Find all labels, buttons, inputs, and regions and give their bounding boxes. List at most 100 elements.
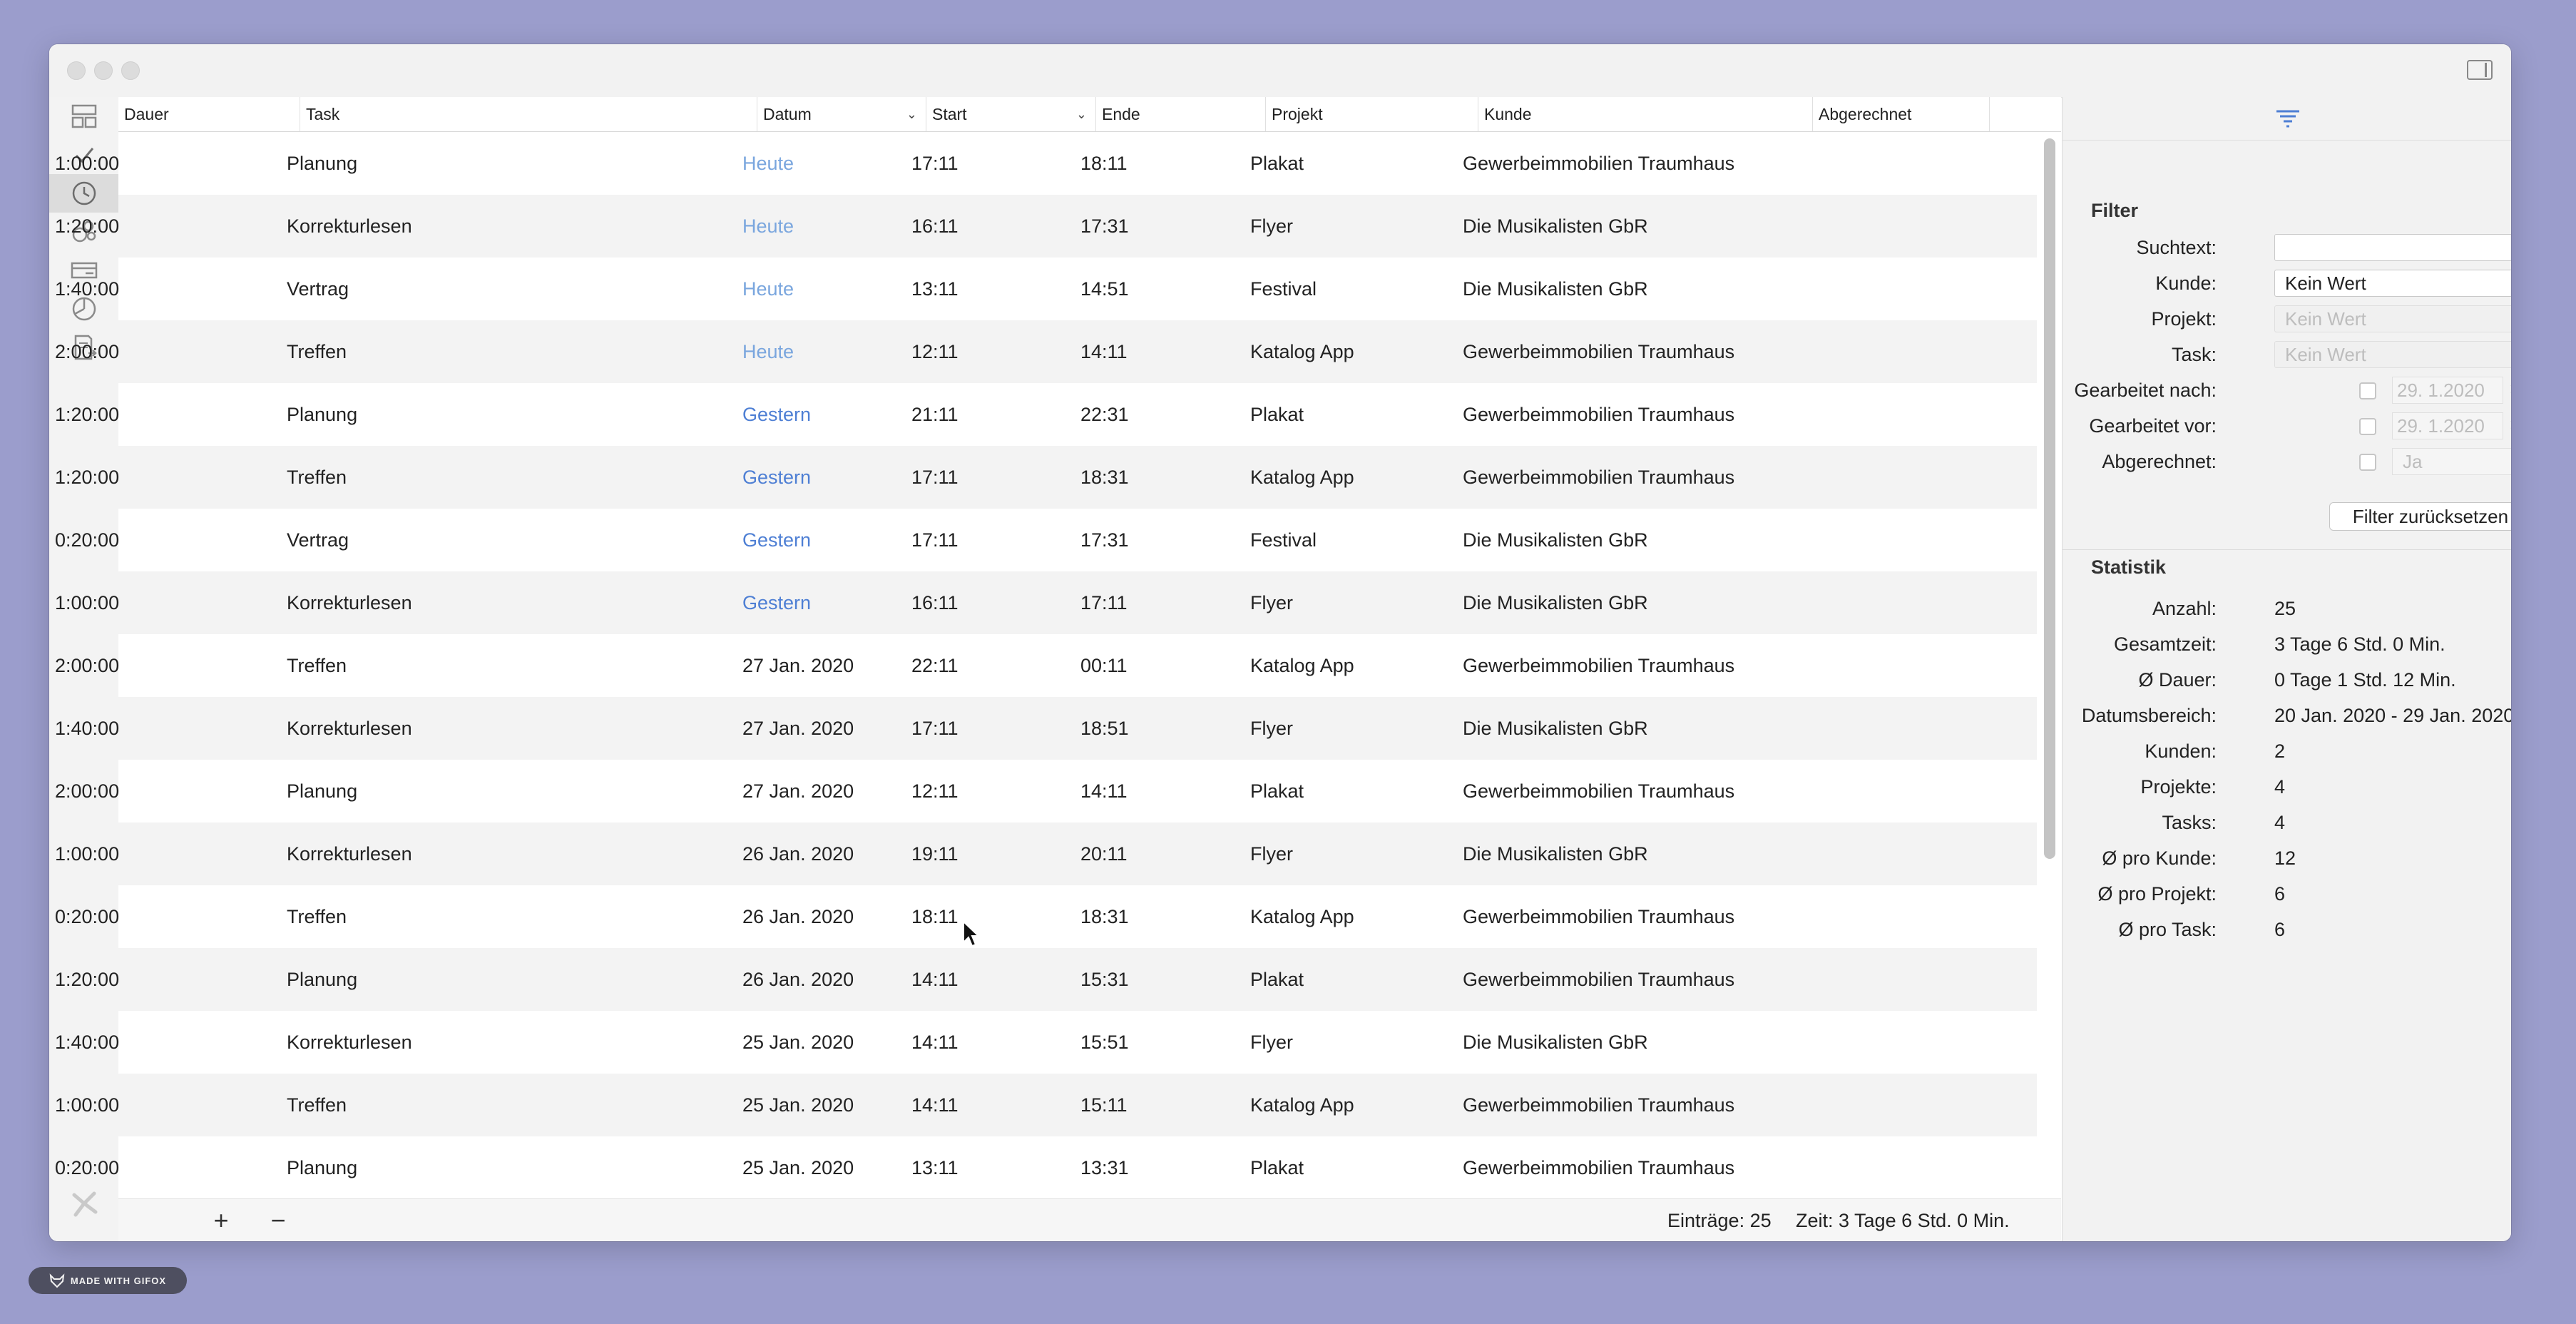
cell-start: 17:11 <box>911 467 959 488</box>
cell-task: Korrekturlesen <box>287 1032 412 1053</box>
reset-filter-button[interactable]: Filter zurücksetzen <box>2329 502 2511 531</box>
table-row[interactable]: 1:00:00 Planung Heute 17:11 18:11 Plakat Gewer… <box>55 132 2037 195</box>
cell-datum: Heute <box>742 153 794 174</box>
total-time: Zeit: 3 Tage 6 Std. 0 Min. <box>1796 1210 2010 1231</box>
cell-kunde: Gewerbeimmobilien Traumhaus <box>1463 341 1735 362</box>
table-row[interactable]: 1:40:00 Korrekturlesen 25 Jan. 2020 14:11 15… <box>55 1011 2037 1074</box>
chevron-down-icon: ⌄ <box>906 107 917 121</box>
cell-projekt: Plakat <box>1250 1157 1304 1178</box>
filter-toggle[interactable] <box>2063 97 2511 141</box>
stat-value: 6 <box>2274 919 2286 940</box>
column-header-task[interactable]: Task <box>300 97 757 131</box>
table-row[interactable]: 1:20:00 Planung Gestern 21:11 22:31 Plakat Gew… <box>55 383 2037 446</box>
dashboard-icon[interactable] <box>49 97 118 136</box>
sidebar-toggle-icon[interactable] <box>2467 60 2493 80</box>
stat-value: 25 <box>2274 598 2296 619</box>
cell-ende: 13:31 <box>1080 1157 1129 1178</box>
filter-icon[interactable] <box>2274 106 2302 131</box>
cell-dauer: 1:00:00 <box>55 592 120 613</box>
table-row[interactable]: 1:00:00 Korrekturlesen Gestern 16:11 17:11 Fl… <box>55 571 2037 634</box>
cell-task: Treffen <box>287 1094 347 1116</box>
column-header-kunde[interactable]: Kunde <box>1478 97 1813 131</box>
table-row[interactable]: 1:20:00 Planung 26 Jan. 2020 14:11 15:31 Plak… <box>55 948 2037 1011</box>
table-row[interactable]: 2:00:00 Treffen 27 Jan. 2020 22:11 00:11 Kata… <box>55 634 2037 697</box>
column-header-dauer[interactable]: Dauer <box>118 97 300 131</box>
cell-datum: 26 Jan. 2020 <box>742 906 854 927</box>
cell-datum: 27 Jan. 2020 <box>742 780 854 802</box>
stat-value: 12 <box>2274 847 2296 869</box>
cell-kunde: Die Musikalisten GbR <box>1463 718 1648 739</box>
cell-kunde: Die Musikalisten GbR <box>1463 1032 1648 1053</box>
table-row[interactable]: 1:20:00 Treffen Gestern 17:11 18:31 Katalog A… <box>55 446 2037 509</box>
billed-checkbox[interactable] <box>2359 454 2376 471</box>
cell-datum: 25 Jan. 2020 <box>742 1032 854 1053</box>
cell-kunde: Gewerbeimmobilien Traumhaus <box>1463 404 1735 425</box>
stat-label: Ø Dauer: <box>2138 669 2217 691</box>
kunde-select[interactable]: Kein Wert ▴▾ <box>2274 270 2511 297</box>
cell-projekt: Plakat <box>1250 404 1304 425</box>
search-label: Suchtext: <box>2136 237 2217 258</box>
stat-value: 20 Jan. 2020 - 29 Jan. 2020 <box>2274 705 2511 726</box>
task-select-value: Kein Wert <box>2285 344 2366 365</box>
cell-projekt: Flyer <box>1250 1032 1293 1053</box>
divider <box>2063 549 2511 550</box>
column-header-projekt[interactable]: Projekt <box>1266 97 1478 131</box>
cell-projekt: Katalog App <box>1250 341 1354 362</box>
cell-ende: 20:11 <box>1080 843 1128 865</box>
cell-datum: 27 Jan. 2020 <box>742 718 854 739</box>
table-row[interactable]: 2:00:00 Planung 27 Jan. 2020 12:11 14:11 Plak… <box>55 760 2037 823</box>
minimize-window-button[interactable] <box>94 61 113 80</box>
table-row[interactable]: 0:20:00 Planung 25 Jan. 2020 13:11 13:31 Plak… <box>55 1136 2037 1199</box>
cell-start: 14:11 <box>911 1094 959 1116</box>
column-header-ende[interactable]: Ende <box>1096 97 1266 131</box>
cell-ende: 18:11 <box>1080 153 1128 174</box>
billed-select-value: Ja <box>2403 451 2423 472</box>
cell-task: Planung <box>287 404 358 425</box>
column-header-datum[interactable]: Datum ⌄ <box>757 97 926 131</box>
column-header-abgerechnet[interactable]: Abgerechnet <box>1813 97 1990 131</box>
cell-start: 13:11 <box>911 278 959 300</box>
vertical-scrollbar[interactable] <box>2044 138 2055 859</box>
table-row[interactable]: 1:20:00 Korrekturlesen Heute 16:11 17:31 Flye… <box>55 195 2037 258</box>
cell-task: Vertrag <box>287 529 349 551</box>
cell-task: Korrekturlesen <box>287 215 412 237</box>
cell-start: 18:11 <box>911 906 959 927</box>
stat-label: Projekte: <box>2140 776 2217 798</box>
table-body: 1:00:00 Planung Heute 17:11 18:11 Plakat Gewer… <box>55 132 2037 1199</box>
stat-label: Ø pro Projekt: <box>2097 883 2217 905</box>
cell-task: Treffen <box>287 906 347 927</box>
stat-value: 4 <box>2274 776 2286 798</box>
inspector-panel: Filter Suchtext: Kunde: Kein Wert ▴▾ Pro… <box>2062 97 2511 1241</box>
cell-task: Treffen <box>287 341 347 362</box>
cell-dauer: 1:20:00 <box>55 404 120 425</box>
table-row[interactable]: 1:40:00 Korrekturlesen 27 Jan. 2020 17:11 18… <box>55 697 2037 760</box>
search-input[interactable] <box>2274 234 2511 261</box>
kunde-label: Kunde: <box>2155 273 2217 294</box>
column-header-start[interactable]: Start ⌄ <box>926 97 1096 131</box>
cell-ende: 14:11 <box>1080 341 1128 362</box>
cell-dauer: 1:20:00 <box>55 969 120 990</box>
table-row[interactable]: 1:00:00 Korrekturlesen 26 Jan. 2020 19:11 20… <box>55 823 2037 885</box>
cell-datum: Gestern <box>742 467 812 488</box>
zoom-window-button[interactable] <box>121 61 140 80</box>
table-row[interactable]: 0:20:00 Vertrag Gestern 17:11 17:31 Festival D… <box>55 509 2037 571</box>
cell-ende: 15:31 <box>1080 969 1129 990</box>
table-row[interactable]: 1:00:00 Treffen 25 Jan. 2020 14:11 15:11 Kata… <box>55 1074 2037 1136</box>
worked-before-checkbox[interactable] <box>2359 418 2376 435</box>
add-entry-button[interactable]: + <box>205 1205 237 1236</box>
cell-kunde: Die Musikalisten GbR <box>1463 215 1648 237</box>
cell-task: Treffen <box>287 655 347 676</box>
table-row[interactable]: 1:40:00 Vertrag Heute 13:11 14:51 Festival Die… <box>55 258 2037 320</box>
cell-projekt: Flyer <box>1250 215 1293 237</box>
cell-datum: Heute <box>742 278 794 300</box>
cell-start: 12:11 <box>911 341 959 362</box>
column-header-datum-label: Datum <box>763 105 812 123</box>
table-row[interactable]: 2:00:00 Treffen Heute 12:11 14:11 Katalog App… <box>55 320 2037 383</box>
remove-entry-button[interactable]: − <box>262 1205 294 1236</box>
table-row[interactable]: 0:20:00 Treffen 26 Jan. 2020 18:11 18:31 Kata… <box>55 885 2037 948</box>
stat-label: Anzahl: <box>2152 598 2217 619</box>
close-window-button[interactable] <box>67 61 86 80</box>
cell-kunde: Gewerbeimmobilien Traumhaus <box>1463 467 1735 488</box>
cell-dauer: 0:20:00 <box>55 1157 120 1178</box>
worked-after-checkbox[interactable] <box>2359 382 2376 399</box>
